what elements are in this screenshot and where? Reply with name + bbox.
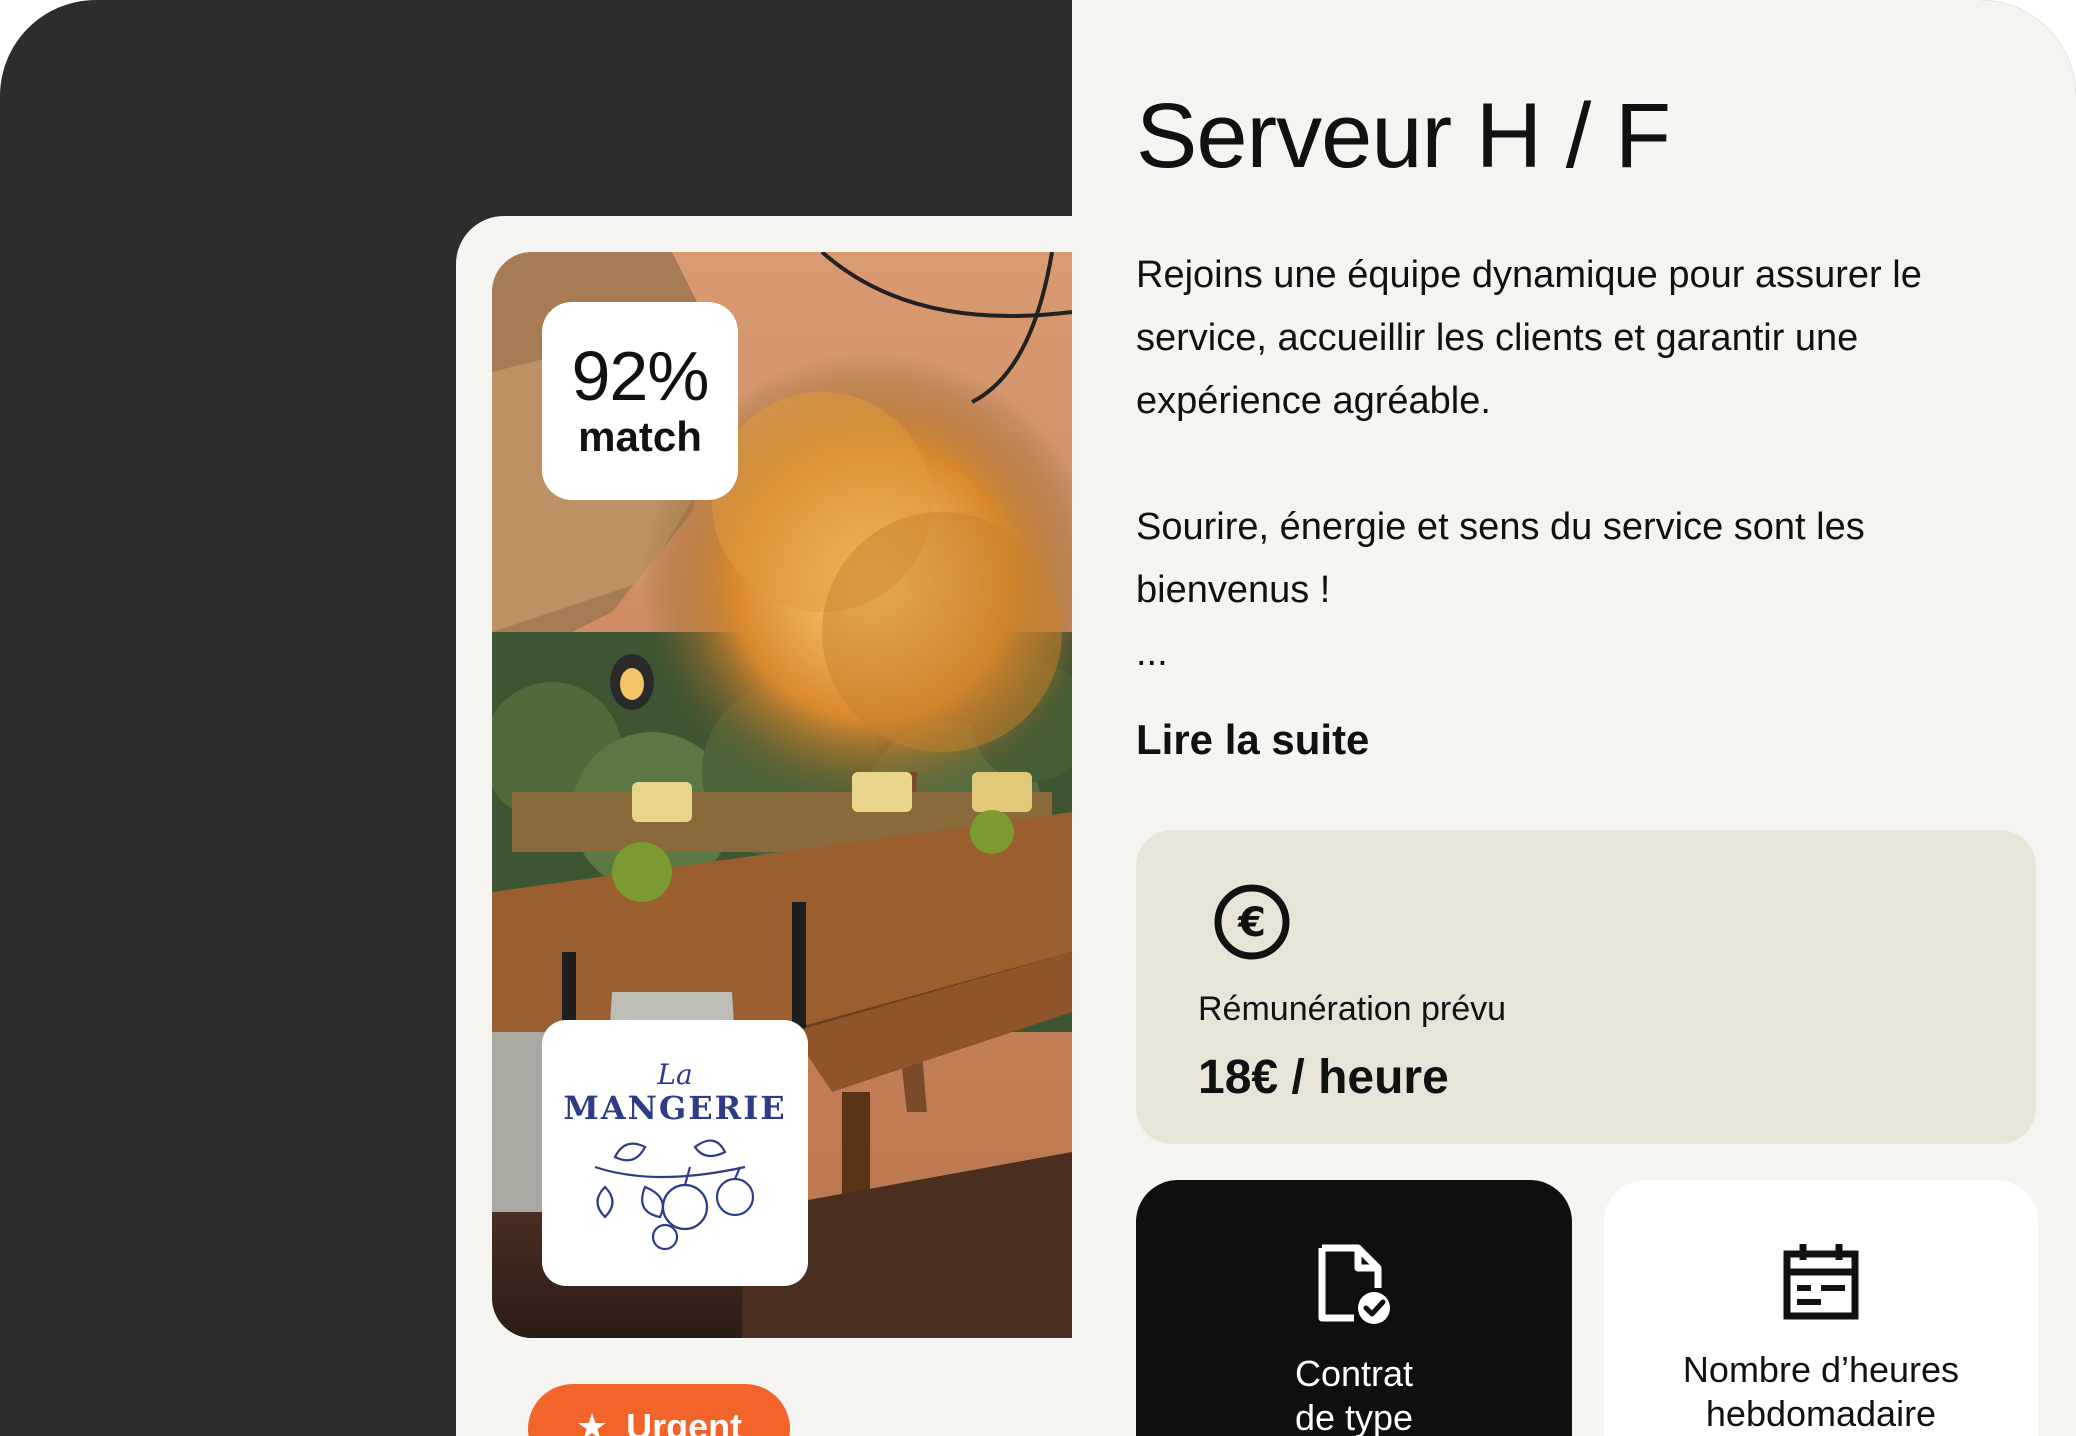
euro-icon: € <box>1214 884 1290 960</box>
match-label: match <box>578 413 702 460</box>
salary-label: Rémunération prévu <box>1198 990 1507 1028</box>
logo-wordmark: MANGERIE <box>563 1089 787 1127</box>
contract-icon <box>1318 1244 1390 1324</box>
logo-citrus-illustration <box>594 1139 755 1251</box>
urgent-label: Urgent <box>626 1406 743 1436</box>
salary-value: 18€ / heure <box>1198 1051 1449 1104</box>
job-title: Serveur H / F <box>1136 85 1671 187</box>
logo-script-text: La <box>657 1058 693 1091</box>
contract-type-line1: Contrat <box>1294 1353 1414 1394</box>
weekly-hours-tile[interactable]: Nombre d’heures hebdomadaire <box>1604 1180 2038 1436</box>
svg-text:€: € <box>1237 900 1266 946</box>
star-icon: ★ <box>575 1406 609 1436</box>
job-description: Rejoins une équipe dynamique pour assure… <box>1136 244 2016 685</box>
contract-type-line2: de type <box>1294 1397 1414 1436</box>
company-logo: La MANGERIE <box>542 1020 808 1286</box>
match-badge: 92% match <box>542 302 738 500</box>
weekly-hours-line1: Nombre d’heures <box>1682 1349 1960 1390</box>
app-frame: 92% match La MANGERIE ★ Urgent Serveur H… <box>0 0 2076 1436</box>
weekly-hours-line2: hebdomadaire <box>1705 1393 1937 1434</box>
urgent-badge: ★ Urgent <box>528 1384 790 1436</box>
match-percent: 92% <box>571 337 709 415</box>
salary-card: € Rémunération prévu 18€ / heure <box>1136 830 2036 1144</box>
calendar-icon <box>1783 1244 1859 1320</box>
contract-type-tile[interactable]: Contrat de type <box>1136 1180 1572 1436</box>
contract-type-label: Contrat de type <box>1295 1352 1413 1436</box>
description-paragraph-2: Sourire, énergie et sens du service sont… <box>1136 506 1865 611</box>
description-paragraph-1: Rejoins une équipe dynamique pour assure… <box>1136 254 1922 422</box>
read-more-link[interactable]: Lire la suite <box>1136 716 1369 764</box>
weekly-hours-label: Nombre d’heures hebdomadaire <box>1683 1348 1959 1436</box>
description-ellipsis: ... <box>1136 632 1168 674</box>
